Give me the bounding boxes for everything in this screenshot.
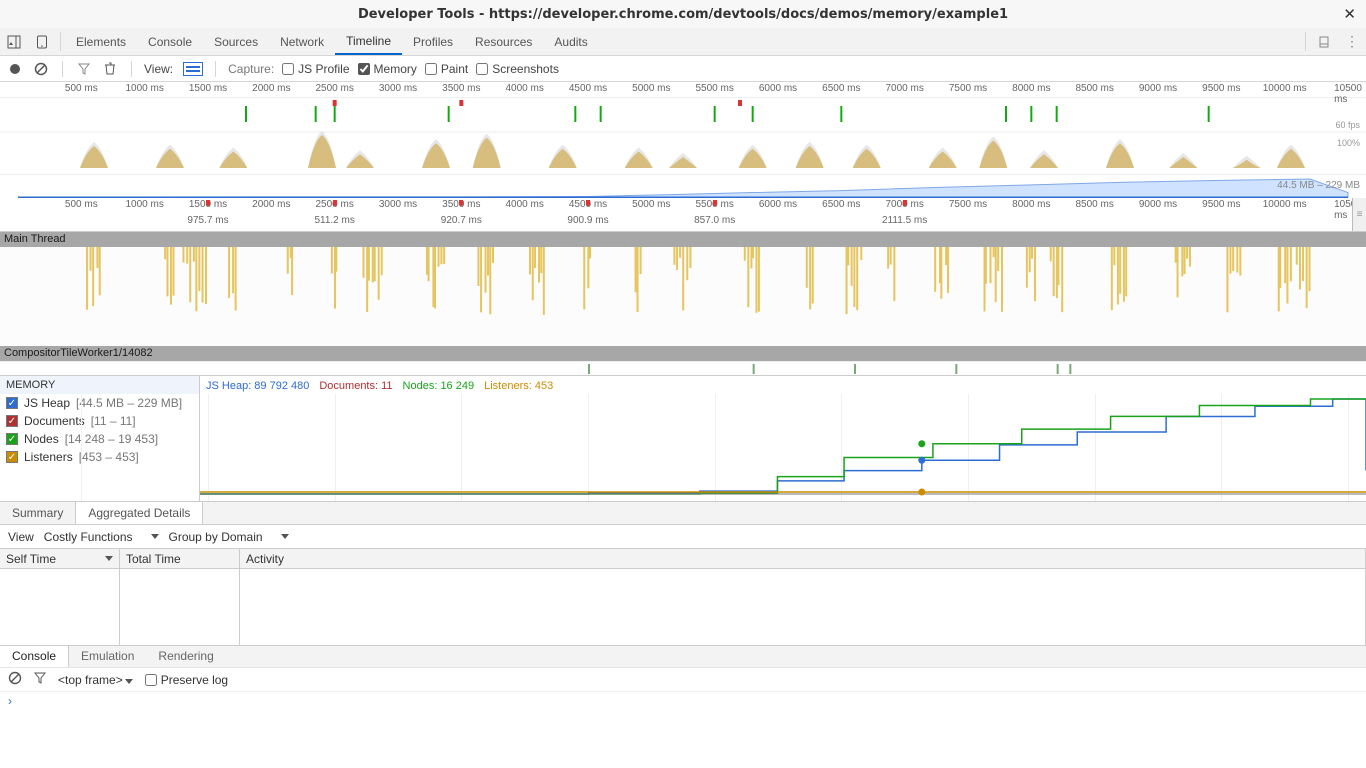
view-label: View: [144, 62, 173, 76]
tick: 9000 ms [1139, 83, 1177, 94]
drawer-tabs: Console Emulation Rendering [0, 645, 1366, 667]
tick: 7500 ms [949, 83, 987, 94]
trash-icon[interactable] [101, 60, 119, 78]
flamechart-main[interactable] [0, 247, 1366, 346]
preserve-log-checkbox[interactable]: Preserve log [145, 673, 228, 687]
flamechart-compositor[interactable] [0, 361, 1366, 375]
memory-legend-documents[interactable]: ✓Documents [11 – 11] [0, 412, 199, 430]
tick: 3500 ms [442, 83, 480, 94]
memory-header: MEMORY [0, 376, 199, 394]
tick: 6500 ms [822, 83, 860, 94]
device-icon[interactable] [28, 28, 56, 55]
tick: 6000 ms [759, 83, 797, 94]
tab-profiles[interactable]: Profiles [402, 28, 464, 55]
drawer-toggle-icon[interactable] [1310, 28, 1338, 55]
capture-jsprofile[interactable]: JS Profile [282, 62, 349, 76]
window-title: Developer Tools - https://developer.chro… [358, 7, 1008, 22]
pct-label: 100% [1337, 138, 1360, 148]
capture-screenshots[interactable]: Screenshots [476, 62, 559, 76]
details-group-select[interactable]: Group by Domain [169, 530, 289, 544]
memory-chart[interactable] [200, 376, 1366, 502]
clear-icon[interactable] [32, 60, 50, 78]
col-self-time[interactable]: Self Time [0, 549, 120, 568]
overview-strip[interactable]: 500 ms 1000 ms 1500 ms 2000 ms 2500 ms 3000 m… [0, 82, 1366, 198]
tab-audits[interactable]: Audits [543, 28, 598, 55]
tick: 7000 ms [885, 83, 923, 94]
overview-memory [0, 175, 1366, 199]
tick: 10000 ms [1263, 83, 1307, 94]
clear-console-icon[interactable] [8, 671, 22, 688]
tab-elements[interactable]: Elements [65, 28, 137, 55]
window-titlebar: Developer Tools - https://developer.chro… [0, 0, 1366, 28]
tick: 8000 ms [1012, 83, 1050, 94]
record-icon[interactable] [6, 60, 24, 78]
memory-legend-js-heap[interactable]: ✓JS Heap [44.5 MB – 229 MB] [0, 394, 199, 412]
drawer-tab-console[interactable]: Console [0, 646, 69, 667]
details-view-label: View [8, 530, 34, 544]
overview-mem-range: 44.5 MB – 229 MB [1277, 180, 1360, 191]
tick: 3000 ms [379, 83, 417, 94]
overview-chart [0, 98, 1366, 174]
tick: 2000 ms [252, 83, 290, 94]
tick: 8500 ms [1075, 83, 1113, 94]
capture-label: Capture: [228, 62, 274, 76]
tick: 2500 ms [315, 83, 353, 94]
tab-network[interactable]: Network [269, 28, 335, 55]
tab-resources[interactable]: Resources [464, 28, 543, 55]
chevron-down-icon [151, 534, 159, 539]
tick: 4000 ms [505, 83, 543, 94]
filter-icon[interactable] [75, 60, 93, 78]
console-filter-icon[interactable] [34, 672, 46, 687]
tick: 500 ms [65, 83, 98, 94]
drawer-tab-rendering[interactable]: Rendering [146, 646, 225, 667]
track-main-thread: Main Thread [0, 232, 1366, 247]
drawer-tab-emulation[interactable]: Emulation [69, 646, 146, 667]
tick: 4500 ms [569, 83, 607, 94]
tab-aggregated-details[interactable]: Aggregated Details [76, 502, 203, 524]
close-icon[interactable]: ✕ [1343, 5, 1356, 23]
chevron-down-icon [105, 556, 113, 561]
tab-console[interactable]: Console [137, 28, 203, 55]
details-view-select[interactable]: Costly Functions [44, 530, 159, 544]
capture-paint[interactable]: Paint [425, 62, 468, 76]
memory-panel: MEMORY ✓JS Heap [44.5 MB – 229 MB]✓Docum… [0, 375, 1366, 501]
capture-memory[interactable]: Memory [358, 62, 417, 76]
tab-sources[interactable]: Sources [203, 28, 269, 55]
track-compositor: CompositorTileWorker1/14082 [0, 346, 1366, 361]
fps-label: 60 fps [1335, 120, 1360, 130]
timeline-toolbar: View: Capture: JS Profile Memory Paint S… [0, 56, 1366, 82]
memory-legend-listeners[interactable]: ✓Listeners [453 – 453] [0, 448, 199, 466]
panel-tabs: ElementsConsoleSourcesNetworkTimelinePro… [0, 28, 1366, 56]
tick: 1000 ms [125, 83, 163, 94]
tick: 5000 ms [632, 83, 670, 94]
details-table-body [0, 569, 1366, 645]
details-tabs: Summary Aggregated Details [0, 501, 1366, 525]
tick: 1500 ms [189, 83, 227, 94]
col-activity[interactable]: Activity [240, 549, 1366, 568]
details-table-header: Self Time Total Time Activity [0, 549, 1366, 569]
tab-timeline[interactable]: Timeline [335, 28, 402, 55]
chevron-down-icon [281, 534, 289, 539]
ruler-handle-icon[interactable]: ≡ [1352, 198, 1366, 231]
flamechart-ruler[interactable]: 500 ms1000 ms1500 ms2000 ms2500 ms3000 m… [0, 198, 1366, 232]
chevron-down-icon [125, 679, 133, 684]
overview-ruler: 500 ms 1000 ms 1500 ms 2000 ms 2500 ms 3000 m… [0, 82, 1366, 98]
console-toolbar: <top frame> Preserve log [0, 667, 1366, 691]
tick: 9500 ms [1202, 83, 1240, 94]
dock-icon[interactable] [0, 28, 28, 55]
details-viewbar: View Costly Functions Group by Domain [0, 525, 1366, 549]
console-prompt[interactable]: › [0, 691, 1366, 713]
tab-summary[interactable]: Summary [0, 502, 76, 524]
console-context-select[interactable]: <top frame> [58, 673, 133, 687]
col-total-time[interactable]: Total Time [120, 549, 240, 568]
tick: 5500 ms [695, 83, 733, 94]
view-mode-toggle[interactable] [183, 62, 203, 76]
kebab-icon[interactable]: ⋮ [1338, 28, 1366, 55]
memory-legend-nodes[interactable]: ✓Nodes [14 248 – 19 453] [0, 430, 199, 448]
